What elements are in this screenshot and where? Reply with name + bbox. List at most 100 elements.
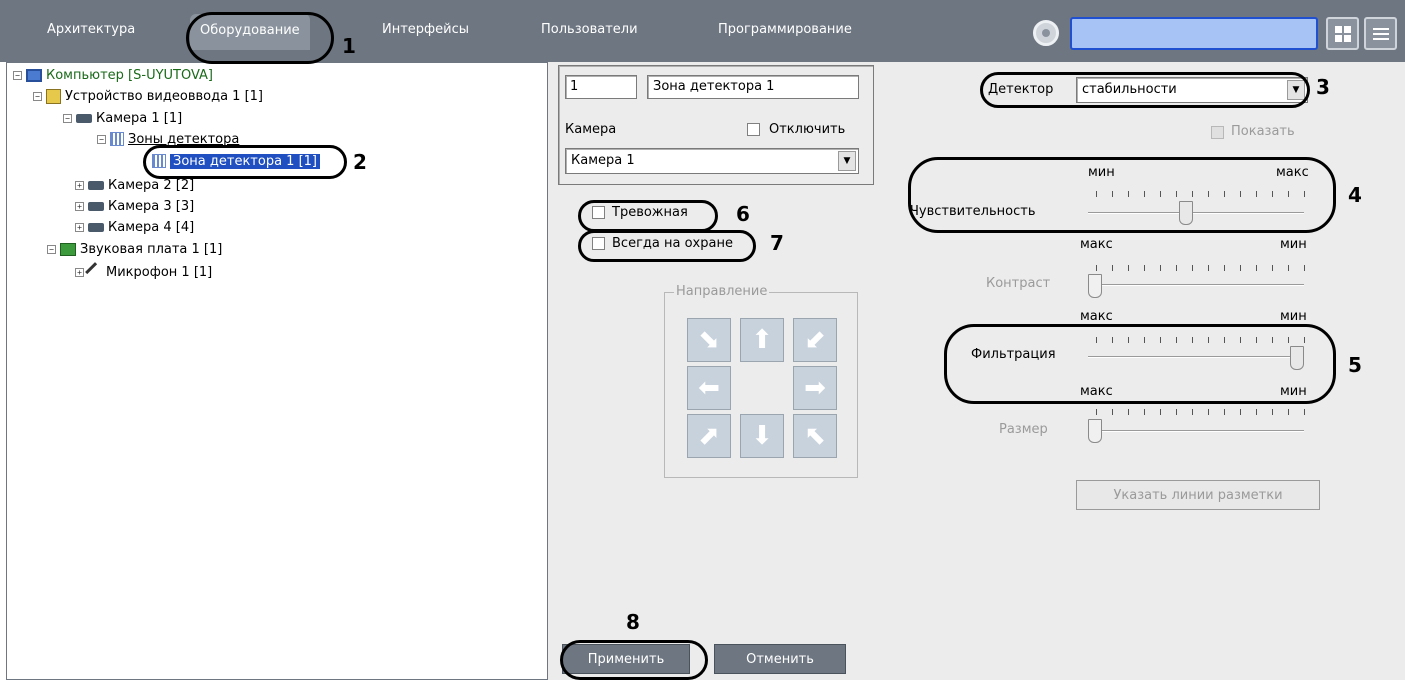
- size-label: Размер: [999, 422, 1048, 437]
- direction-ne-button[interactable]: ⬋: [793, 318, 837, 362]
- size-track: [1088, 430, 1304, 432]
- arrow-up-right-icon: ⬈: [698, 421, 720, 451]
- arrow-down-right-icon: ⬊: [698, 325, 720, 355]
- camera-icon: [88, 222, 104, 232]
- tree-label: Компьютер [S-UYUTOVA]: [46, 67, 214, 83]
- settings-gear-icon[interactable]: [1033, 20, 1059, 46]
- tab-interfaces[interactable]: Интерфейсы: [382, 22, 469, 37]
- collapse-icon[interactable]: −: [33, 91, 42, 101]
- expand-icon[interactable]: +: [75, 201, 84, 211]
- direction-s-button[interactable]: ⬇: [740, 414, 784, 458]
- disable-checkbox[interactable]: [747, 123, 760, 136]
- size-ticks: [1096, 409, 1306, 415]
- search-input[interactable]: [1070, 17, 1318, 50]
- camera-icon: [76, 113, 92, 123]
- tree-node-camera1[interactable]: − Камера 1 [1]: [63, 109, 182, 127]
- tree-node-camera4[interactable]: + Камера 4 [4]: [75, 218, 194, 236]
- tree-node-video-device[interactable]: − Устройство видеоввода 1 [1]: [33, 87, 263, 105]
- zone-name-field[interactable]: Зона детектора 1: [647, 75, 859, 99]
- arrow-right-icon: ➡: [804, 373, 826, 403]
- cancel-button[interactable]: Отменить: [714, 644, 846, 674]
- callout-number-3: 3: [1316, 75, 1330, 99]
- tree-label: Звуковая плата 1 [1]: [80, 241, 223, 257]
- tree-label: Устройство видеоввода 1 [1]: [65, 88, 263, 104]
- zones-icon: [110, 132, 124, 146]
- tree-label: Камера 3 [3]: [108, 198, 195, 214]
- callout-oval-1: [186, 12, 334, 64]
- tree-node-camera3[interactable]: + Камера 3 [3]: [75, 197, 194, 215]
- collapse-icon[interactable]: −: [47, 244, 56, 254]
- tree-label: Камера 4 [4]: [108, 219, 195, 235]
- direction-se-button[interactable]: ⬉: [793, 414, 837, 458]
- tree-node-microphone[interactable]: + Микрофон 1 [1]: [75, 262, 213, 282]
- collapse-icon[interactable]: −: [13, 70, 22, 80]
- callout-number-8: 8: [626, 610, 640, 634]
- tree-label: Микрофон 1 [1]: [106, 264, 213, 280]
- callout-oval-7: [578, 230, 756, 262]
- contrast-right-label: мин: [1280, 237, 1307, 252]
- arrow-up-left-icon: ⬉: [804, 421, 826, 451]
- callout-oval-4: [908, 157, 1336, 233]
- direction-w-button[interactable]: ⬅: [687, 366, 731, 410]
- sound-card-icon: [60, 242, 76, 256]
- arrow-down-left-icon: ⬋: [804, 325, 826, 355]
- disable-label: Отключить: [769, 122, 846, 137]
- expand-icon[interactable]: +: [75, 267, 84, 277]
- callout-number-5: 5: [1348, 353, 1362, 377]
- contrast-ticks: [1096, 265, 1306, 271]
- expand-icon[interactable]: +: [75, 222, 84, 232]
- callout-oval-8: [560, 640, 708, 680]
- show-label: Показать: [1231, 124, 1295, 139]
- camera-label: Камера: [565, 122, 617, 137]
- direction-label: Направление: [674, 284, 770, 299]
- arrow-left-icon: ⬅: [698, 373, 720, 403]
- collapse-icon[interactable]: −: [63, 113, 72, 123]
- camera-icon: [88, 201, 104, 211]
- contrast-slider-thumb[interactable]: [1088, 274, 1102, 298]
- direction-n-button[interactable]: ⬆: [740, 318, 784, 362]
- tree-label: Камера 1 [1]: [96, 110, 183, 126]
- arrow-down-icon: ⬇: [751, 421, 773, 451]
- zone-header-box: 1 Зона детектора 1 Камера Отключить Каме…: [558, 65, 874, 185]
- contrast-left-label: макс: [1080, 237, 1113, 252]
- layout-grid-button[interactable]: [1326, 17, 1359, 50]
- direction-nw-button[interactable]: ⬊: [687, 318, 731, 362]
- menu-icon: [1372, 27, 1389, 40]
- show-checkbox[interactable]: [1211, 126, 1224, 139]
- collapse-icon[interactable]: −: [97, 134, 106, 144]
- chevron-down-icon[interactable]: ▼: [838, 151, 856, 171]
- filtration-right-label: мин: [1280, 309, 1307, 324]
- tree-node-sound-card[interactable]: − Звуковая плата 1 [1]: [47, 240, 222, 258]
- callout-number-4: 4: [1348, 183, 1362, 207]
- callout-oval-2: [143, 145, 347, 179]
- callout-number-6: 6: [736, 202, 750, 226]
- camera-icon: [88, 180, 104, 190]
- microphone-icon: [85, 262, 105, 282]
- direction-e-button[interactable]: ➡: [793, 366, 837, 410]
- callout-number-1: 1: [342, 34, 356, 58]
- camera-select[interactable]: Камера 1 ▼: [565, 148, 859, 174]
- callout-number-7: 7: [770, 231, 784, 255]
- menu-button[interactable]: [1364, 17, 1397, 50]
- tab-users[interactable]: Пользователи: [541, 22, 638, 37]
- tree-label: Камера 2 [2]: [108, 177, 195, 193]
- video-device-icon: [46, 88, 61, 104]
- tree-node-computer[interactable]: − Компьютер [S-UYUTOVA]: [13, 66, 213, 84]
- contrast-track: [1088, 284, 1304, 286]
- callout-oval-6: [578, 200, 718, 232]
- callout-oval-3: [980, 72, 1310, 108]
- callout-number-2: 2: [353, 150, 367, 174]
- camera-select-value: Камера 1: [571, 153, 635, 168]
- arrow-up-icon: ⬆: [751, 325, 773, 355]
- set-markup-lines-button[interactable]: Указать линии разметки: [1076, 480, 1320, 510]
- tab-architecture[interactable]: Архитектура: [47, 22, 135, 37]
- callout-oval-5: [944, 324, 1336, 404]
- zone-id-field[interactable]: 1: [565, 75, 637, 99]
- size-slider-thumb[interactable]: [1088, 419, 1102, 443]
- direction-sw-button[interactable]: ⬈: [687, 414, 731, 458]
- expand-icon[interactable]: +: [75, 180, 84, 190]
- tab-programming[interactable]: Программирование: [718, 22, 852, 37]
- contrast-label: Контраст: [986, 276, 1051, 291]
- filtration-left-label: макс: [1080, 309, 1113, 324]
- grid-icon: [1334, 25, 1351, 42]
